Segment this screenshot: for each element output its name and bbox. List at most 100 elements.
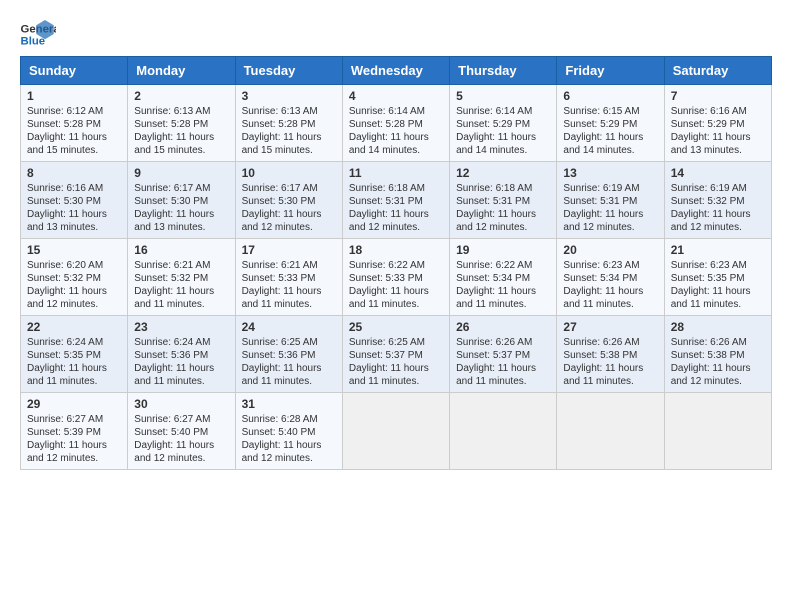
day-info: Sunset: 5:30 PM bbox=[134, 195, 228, 208]
day-info: Sunrise: 6:16 AM bbox=[27, 182, 121, 195]
day-number: 22 bbox=[27, 320, 121, 334]
day-info: Sunrise: 6:25 AM bbox=[242, 336, 336, 349]
day-info: and 11 minutes. bbox=[671, 298, 765, 311]
day-number: 17 bbox=[242, 243, 336, 257]
calendar-cell: 16Sunrise: 6:21 AMSunset: 5:32 PMDayligh… bbox=[128, 239, 235, 316]
day-info: Sunrise: 6:18 AM bbox=[349, 182, 443, 195]
day-info: Sunset: 5:29 PM bbox=[563, 118, 657, 131]
day-info: Sunset: 5:28 PM bbox=[349, 118, 443, 131]
day-info: Sunset: 5:37 PM bbox=[456, 349, 550, 362]
day-info: Sunrise: 6:21 AM bbox=[242, 259, 336, 272]
day-info: Sunrise: 6:15 AM bbox=[563, 105, 657, 118]
calendar-cell: 22Sunrise: 6:24 AMSunset: 5:35 PMDayligh… bbox=[21, 316, 128, 393]
day-info: Sunset: 5:40 PM bbox=[134, 426, 228, 439]
day-info: and 12 minutes. bbox=[27, 298, 121, 311]
calendar-week-2: 8Sunrise: 6:16 AMSunset: 5:30 PMDaylight… bbox=[21, 162, 772, 239]
day-number: 27 bbox=[563, 320, 657, 334]
day-info: Sunset: 5:36 PM bbox=[242, 349, 336, 362]
day-info: Daylight: 11 hours bbox=[349, 362, 443, 375]
day-info: and 13 minutes. bbox=[27, 221, 121, 234]
calendar-cell: 19Sunrise: 6:22 AMSunset: 5:34 PMDayligh… bbox=[450, 239, 557, 316]
day-info: Sunrise: 6:18 AM bbox=[456, 182, 550, 195]
day-info: Sunrise: 6:25 AM bbox=[349, 336, 443, 349]
day-header-tuesday: Tuesday bbox=[235, 57, 342, 85]
day-number: 4 bbox=[349, 89, 443, 103]
day-number: 15 bbox=[27, 243, 121, 257]
day-info: Sunrise: 6:16 AM bbox=[671, 105, 765, 118]
day-info: Sunrise: 6:24 AM bbox=[27, 336, 121, 349]
day-number: 26 bbox=[456, 320, 550, 334]
calendar-cell: 28Sunrise: 6:26 AMSunset: 5:38 PMDayligh… bbox=[664, 316, 771, 393]
day-info: Sunset: 5:30 PM bbox=[27, 195, 121, 208]
day-info: Sunset: 5:32 PM bbox=[27, 272, 121, 285]
day-number: 3 bbox=[242, 89, 336, 103]
calendar-cell: 30Sunrise: 6:27 AMSunset: 5:40 PMDayligh… bbox=[128, 393, 235, 470]
calendar-cell: 23Sunrise: 6:24 AMSunset: 5:36 PMDayligh… bbox=[128, 316, 235, 393]
calendar-cell: 6Sunrise: 6:15 AMSunset: 5:29 PMDaylight… bbox=[557, 85, 664, 162]
day-number: 16 bbox=[134, 243, 228, 257]
calendar-cell: 12Sunrise: 6:18 AMSunset: 5:31 PMDayligh… bbox=[450, 162, 557, 239]
day-info: and 12 minutes. bbox=[671, 221, 765, 234]
day-info: Sunset: 5:31 PM bbox=[349, 195, 443, 208]
day-info: Daylight: 11 hours bbox=[134, 131, 228, 144]
calendar-cell: 2Sunrise: 6:13 AMSunset: 5:28 PMDaylight… bbox=[128, 85, 235, 162]
day-info: Sunset: 5:35 PM bbox=[27, 349, 121, 362]
day-info: Sunrise: 6:26 AM bbox=[563, 336, 657, 349]
calendar-cell: 18Sunrise: 6:22 AMSunset: 5:33 PMDayligh… bbox=[342, 239, 449, 316]
day-number: 30 bbox=[134, 397, 228, 411]
day-info: and 15 minutes. bbox=[27, 144, 121, 157]
day-info: Daylight: 11 hours bbox=[27, 208, 121, 221]
day-number: 13 bbox=[563, 166, 657, 180]
day-info: Sunrise: 6:13 AM bbox=[242, 105, 336, 118]
day-info: Daylight: 11 hours bbox=[242, 131, 336, 144]
calendar-table: SundayMondayTuesdayWednesdayThursdayFrid… bbox=[20, 56, 772, 470]
day-info: Sunset: 5:31 PM bbox=[563, 195, 657, 208]
day-number: 1 bbox=[27, 89, 121, 103]
day-number: 18 bbox=[349, 243, 443, 257]
day-info: Daylight: 11 hours bbox=[242, 439, 336, 452]
day-info: Sunset: 5:32 PM bbox=[671, 195, 765, 208]
day-info: and 12 minutes. bbox=[456, 221, 550, 234]
calendar-header: SundayMondayTuesdayWednesdayThursdayFrid… bbox=[21, 57, 772, 85]
days-header-row: SundayMondayTuesdayWednesdayThursdayFrid… bbox=[21, 57, 772, 85]
day-info: Daylight: 11 hours bbox=[563, 131, 657, 144]
day-number: 2 bbox=[134, 89, 228, 103]
day-info: Sunrise: 6:14 AM bbox=[349, 105, 443, 118]
day-header-monday: Monday bbox=[128, 57, 235, 85]
day-number: 5 bbox=[456, 89, 550, 103]
logo-icon: General Blue bbox=[20, 20, 56, 48]
day-info: Sunset: 5:35 PM bbox=[671, 272, 765, 285]
day-info: Sunrise: 6:26 AM bbox=[671, 336, 765, 349]
day-info: Daylight: 11 hours bbox=[134, 439, 228, 452]
calendar-cell: 25Sunrise: 6:25 AMSunset: 5:37 PMDayligh… bbox=[342, 316, 449, 393]
day-info: Daylight: 11 hours bbox=[563, 208, 657, 221]
day-header-sunday: Sunday bbox=[21, 57, 128, 85]
day-number: 11 bbox=[349, 166, 443, 180]
day-number: 29 bbox=[27, 397, 121, 411]
day-info: Daylight: 11 hours bbox=[671, 208, 765, 221]
day-info: Sunrise: 6:22 AM bbox=[456, 259, 550, 272]
calendar-cell: 3Sunrise: 6:13 AMSunset: 5:28 PMDaylight… bbox=[235, 85, 342, 162]
day-info: and 12 minutes. bbox=[242, 221, 336, 234]
day-info: Sunset: 5:28 PM bbox=[27, 118, 121, 131]
day-info: Daylight: 11 hours bbox=[671, 285, 765, 298]
day-number: 9 bbox=[134, 166, 228, 180]
day-number: 31 bbox=[242, 397, 336, 411]
day-info: Sunrise: 6:17 AM bbox=[242, 182, 336, 195]
day-info: Sunset: 5:39 PM bbox=[27, 426, 121, 439]
day-number: 23 bbox=[134, 320, 228, 334]
day-info: and 11 minutes. bbox=[456, 375, 550, 388]
day-number: 24 bbox=[242, 320, 336, 334]
day-number: 7 bbox=[671, 89, 765, 103]
calendar-cell: 26Sunrise: 6:26 AMSunset: 5:37 PMDayligh… bbox=[450, 316, 557, 393]
day-info: Sunrise: 6:24 AM bbox=[134, 336, 228, 349]
calendar-cell: 31Sunrise: 6:28 AMSunset: 5:40 PMDayligh… bbox=[235, 393, 342, 470]
day-info: Sunrise: 6:19 AM bbox=[563, 182, 657, 195]
day-info: Daylight: 11 hours bbox=[242, 362, 336, 375]
day-info: Sunrise: 6:27 AM bbox=[27, 413, 121, 426]
day-info: and 11 minutes. bbox=[27, 375, 121, 388]
logo: General Blue bbox=[20, 20, 56, 48]
day-info: and 11 minutes. bbox=[134, 298, 228, 311]
day-info: Sunrise: 6:19 AM bbox=[671, 182, 765, 195]
day-info: Daylight: 11 hours bbox=[671, 131, 765, 144]
